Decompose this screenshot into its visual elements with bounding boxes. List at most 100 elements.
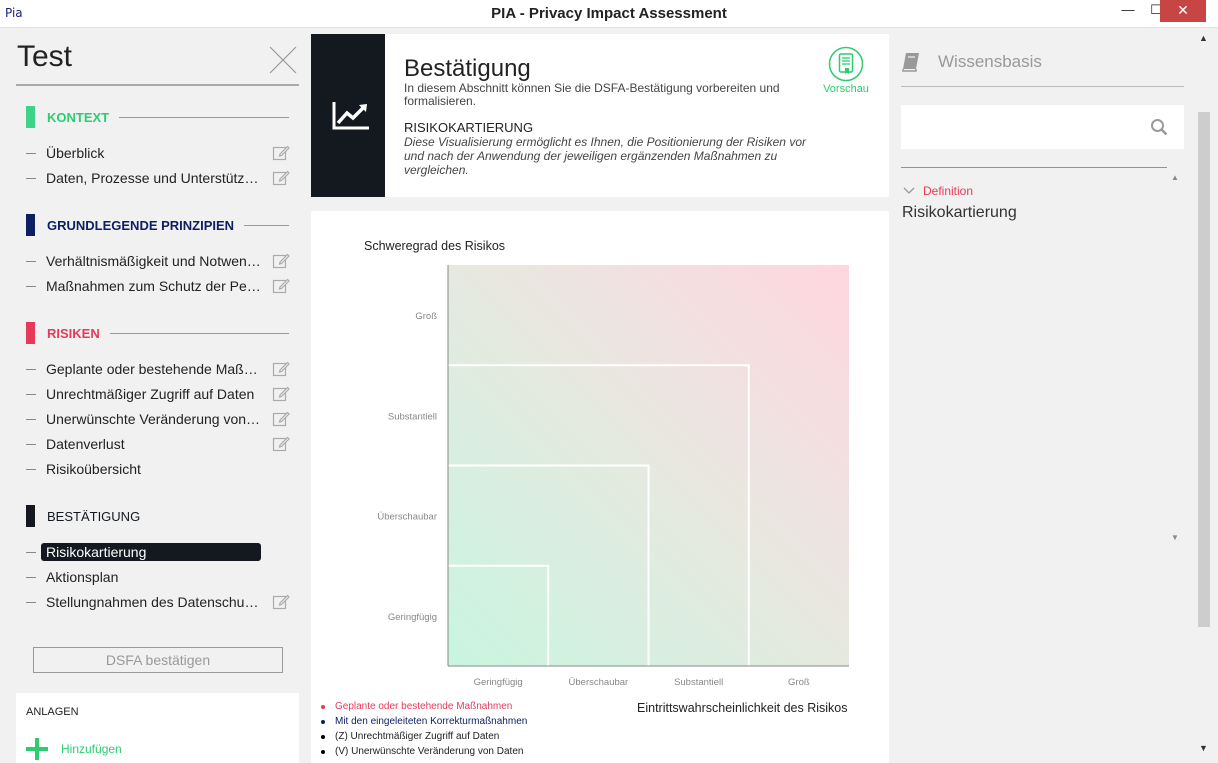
page-subtitle: RISIKOKARTIERUNG [404, 120, 534, 135]
knowledge-base-search [901, 105, 1184, 149]
section-marker [26, 505, 35, 527]
chart-legend: Geplante oder bestehende Maßnahmen Mit de… [321, 699, 527, 759]
window-title: PIA - Privacy Impact Assessment [491, 5, 727, 22]
nav-item-unrechtmaessiger-zugriff[interactable]: Unrechtmäßiger Zugriff auf Daten [26, 384, 292, 404]
section-kontext: KONTEXT [26, 106, 289, 128]
x-tick-label: Überschaubar [569, 677, 629, 688]
legend-entry: Mit den eingeleiteten Korrekturmaßnahmen [321, 714, 527, 729]
nav-item-label-active: Risikokartierung [41, 543, 261, 561]
definition-toggle[interactable]: Definition [903, 184, 973, 198]
close-icon[interactable] [268, 45, 298, 75]
preview-button[interactable]: Vorschau [816, 46, 876, 95]
scroll-up-icon[interactable]: ▲ [1199, 33, 1208, 43]
legend-entry: Geplante oder bestehende Maßnahmen [321, 699, 527, 714]
legend-label: (V) Unerwünschte Veränderung von Daten [335, 746, 524, 757]
search-icon[interactable] [1150, 118, 1168, 136]
legend-label: Mit den eingeleiteten Korrekturmaßnahmen [335, 716, 528, 727]
edit-icon[interactable] [272, 360, 290, 378]
legend-dot [321, 749, 325, 754]
risk-map-chart: Schweregrad des Risikos Geringfügig Übers… [364, 239, 849, 688]
edit-icon[interactable] [272, 593, 290, 611]
nav-item-label: Unerwünschte Veränderung von Daten [46, 411, 261, 427]
attachments-title: ANLAGEN [26, 706, 79, 718]
nav-item-datenverlust[interactable]: Datenverlust [26, 434, 292, 454]
nav-item-risikokartierung[interactable]: Risikokartierung [26, 542, 292, 562]
preview-label: Vorschau [823, 83, 869, 95]
legend-dot [321, 734, 325, 739]
section-divider [119, 116, 289, 118]
legend-label: Geplante oder bestehende Maßnahmen [335, 701, 513, 712]
book-icon [902, 53, 919, 72]
section-risiken: RISIKEN [26, 322, 289, 344]
page-subdescription: Diese Visualisierung ermöglicht es Ihnen… [404, 135, 806, 177]
name-underline [16, 84, 299, 86]
y-tick-label: Groß [415, 311, 437, 322]
section-divider [244, 224, 289, 226]
edit-icon[interactable] [272, 169, 290, 187]
nav-item-unerwuenschte-veraenderung[interactable]: Unerwünschte Veränderung von Daten [26, 409, 292, 429]
knowledge-base-divider [901, 86, 1184, 87]
sidebar: Test KONTEXT Überblick Daten, Prozesse u… [0, 28, 306, 763]
edit-icon[interactable] [272, 144, 290, 162]
section-label: GRUNDLEGENDE PRINZIPIEN [47, 217, 235, 233]
legend-dot [321, 719, 325, 724]
window-scrollbar[interactable]: ▲ ▼ [1196, 28, 1218, 763]
chart-xlabel: Eintrittswahrscheinlichkeit des Risikos [637, 701, 848, 715]
nav-item-label: Maßnahmen zum Schutz der Personenrechte [46, 278, 261, 294]
x-tick-label: Substantiell [674, 677, 723, 688]
nav-item-label: Risikoübersicht [46, 461, 141, 477]
scrollbar-thumb[interactable] [1198, 112, 1210, 627]
section-marker [26, 106, 35, 128]
section-label: RISIKEN [47, 325, 100, 341]
edit-icon[interactable] [272, 252, 290, 270]
edit-icon[interactable] [272, 277, 290, 295]
dsfa-confirm-button[interactable]: DSFA bestätigen [33, 647, 283, 673]
nav-item-massnahmen-schutz[interactable]: Maßnahmen zum Schutz der Personenrechte [26, 276, 292, 296]
legend-dot [321, 704, 325, 709]
nav-item-risikouebersicht[interactable]: Risikoübersicht [26, 459, 292, 479]
knowledge-base-search-input[interactable] [901, 105, 1141, 149]
section-label: KONTEXT [47, 109, 110, 125]
section-grundlegende-prinzipien: GRUNDLEGENDE PRINZIPIEN [26, 214, 289, 236]
close-window-button[interactable]: ✕ [1160, 0, 1206, 22]
section-marker [26, 214, 35, 236]
nav-item-label: Stellungnahmen des Datenschutzbeauftragt… [46, 594, 261, 610]
legend-entry: (V) Unerwünschte Veränderung von Daten [321, 744, 527, 759]
definition-value: Risikokartierung [902, 204, 1017, 221]
nav-item-label: Daten, Prozesse und Unterstützungsanlage… [46, 170, 261, 186]
section-bestaetigung: BESTÄTIGUNG [26, 505, 289, 527]
pia-name: Test [17, 40, 73, 73]
kb-scroll-up-icon[interactable]: ▲ [1171, 173, 1179, 182]
y-tick-label: Geringfügig [388, 612, 437, 623]
kb-scroll-down-icon[interactable]: ▼ [1171, 533, 1179, 542]
nav-item-stellungnahmen[interactable]: Stellungnahmen des Datenschutzbeauftragt… [26, 592, 292, 612]
nav-item-label: Geplante oder bestehende Maßnahmen [46, 361, 261, 377]
edit-icon[interactable] [272, 385, 290, 403]
x-tick-label: Groß [788, 677, 810, 688]
section-label: BESTÄTIGUNG [47, 508, 141, 524]
document-preview-icon [828, 46, 864, 82]
nav-item-aktionsplan[interactable]: Aktionsplan [26, 567, 292, 587]
nav-item-geplante-massnahmen[interactable]: Geplante oder bestehende Maßnahmen [26, 359, 292, 379]
nav-item-daten-prozesse[interactable]: Daten, Prozesse und Unterstützungsanlage… [26, 168, 292, 188]
nav-item-ueberblick[interactable]: Überblick [26, 143, 292, 163]
title-bar: Pia PIA - Privacy Impact Assessment — ☐ … [0, 0, 1218, 28]
edit-icon[interactable] [272, 435, 290, 453]
nav-item-verhaeltnismaessigkeit[interactable]: Verhältnismäßigkeit und Notwendigkeit [26, 251, 292, 271]
chevron-down-icon [903, 187, 915, 194]
scroll-down-icon[interactable]: ▼ [1199, 743, 1208, 753]
attachments-panel: ANLAGEN Hinzufügen [16, 693, 299, 763]
knowledge-base-accent-line [901, 167, 1167, 168]
section-marker [26, 322, 35, 344]
page-description: In diesem Abschnitt können Sie die DSFA-… [404, 81, 780, 108]
edit-icon[interactable] [272, 410, 290, 428]
chart-ylabel: Schweregrad des Risikos [364, 239, 505, 253]
nav-item-label: Überblick [46, 145, 105, 161]
section-header-card: Bestätigung In diesem Abschnitt können S… [311, 34, 889, 197]
add-attachment-button[interactable]: Hinzufügen [26, 738, 122, 760]
knowledge-base-header: Wissensbasis [901, 52, 1042, 72]
legend-entry: (Z) Unrechtmäßiger Zugriff auf Daten [321, 729, 527, 744]
minimize-button[interactable]: — [1115, 0, 1141, 22]
y-tick-label: Substantiell [388, 411, 437, 422]
nav-item-label: Aktionsplan [46, 569, 119, 585]
